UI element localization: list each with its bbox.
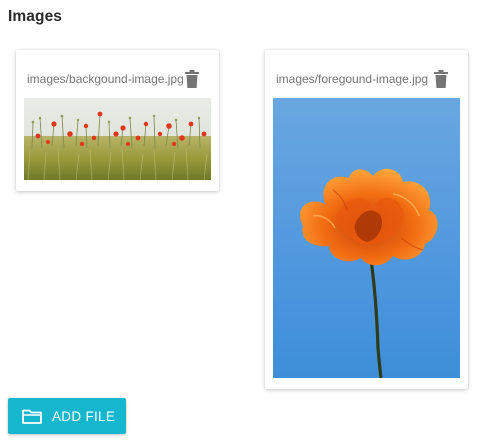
section-title: Images <box>8 8 63 25</box>
images-panel: Images images/backgound-image.jpg images… <box>0 0 483 446</box>
folder-icon <box>22 408 42 429</box>
image-card-foreground: images/foregound-image.jpg <box>265 50 468 389</box>
thumbnail-poppy-field[interactable] <box>24 98 211 180</box>
thumbnail-orange-poppy[interactable] <box>273 98 460 378</box>
trash-icon[interactable] <box>183 69 201 89</box>
image-card-header: images/foregound-image.jpg <box>276 69 458 89</box>
image-card-background: images/backgound-image.jpg <box>16 50 219 191</box>
add-file-button[interactable]: ADD FILE <box>8 398 126 434</box>
image-card-header: images/backgound-image.jpg <box>27 69 209 89</box>
add-file-label: ADD FILE <box>52 409 116 424</box>
file-name: images/backgound-image.jpg <box>27 72 184 86</box>
trash-icon[interactable] <box>432 69 450 89</box>
file-name: images/foregound-image.jpg <box>276 72 429 86</box>
